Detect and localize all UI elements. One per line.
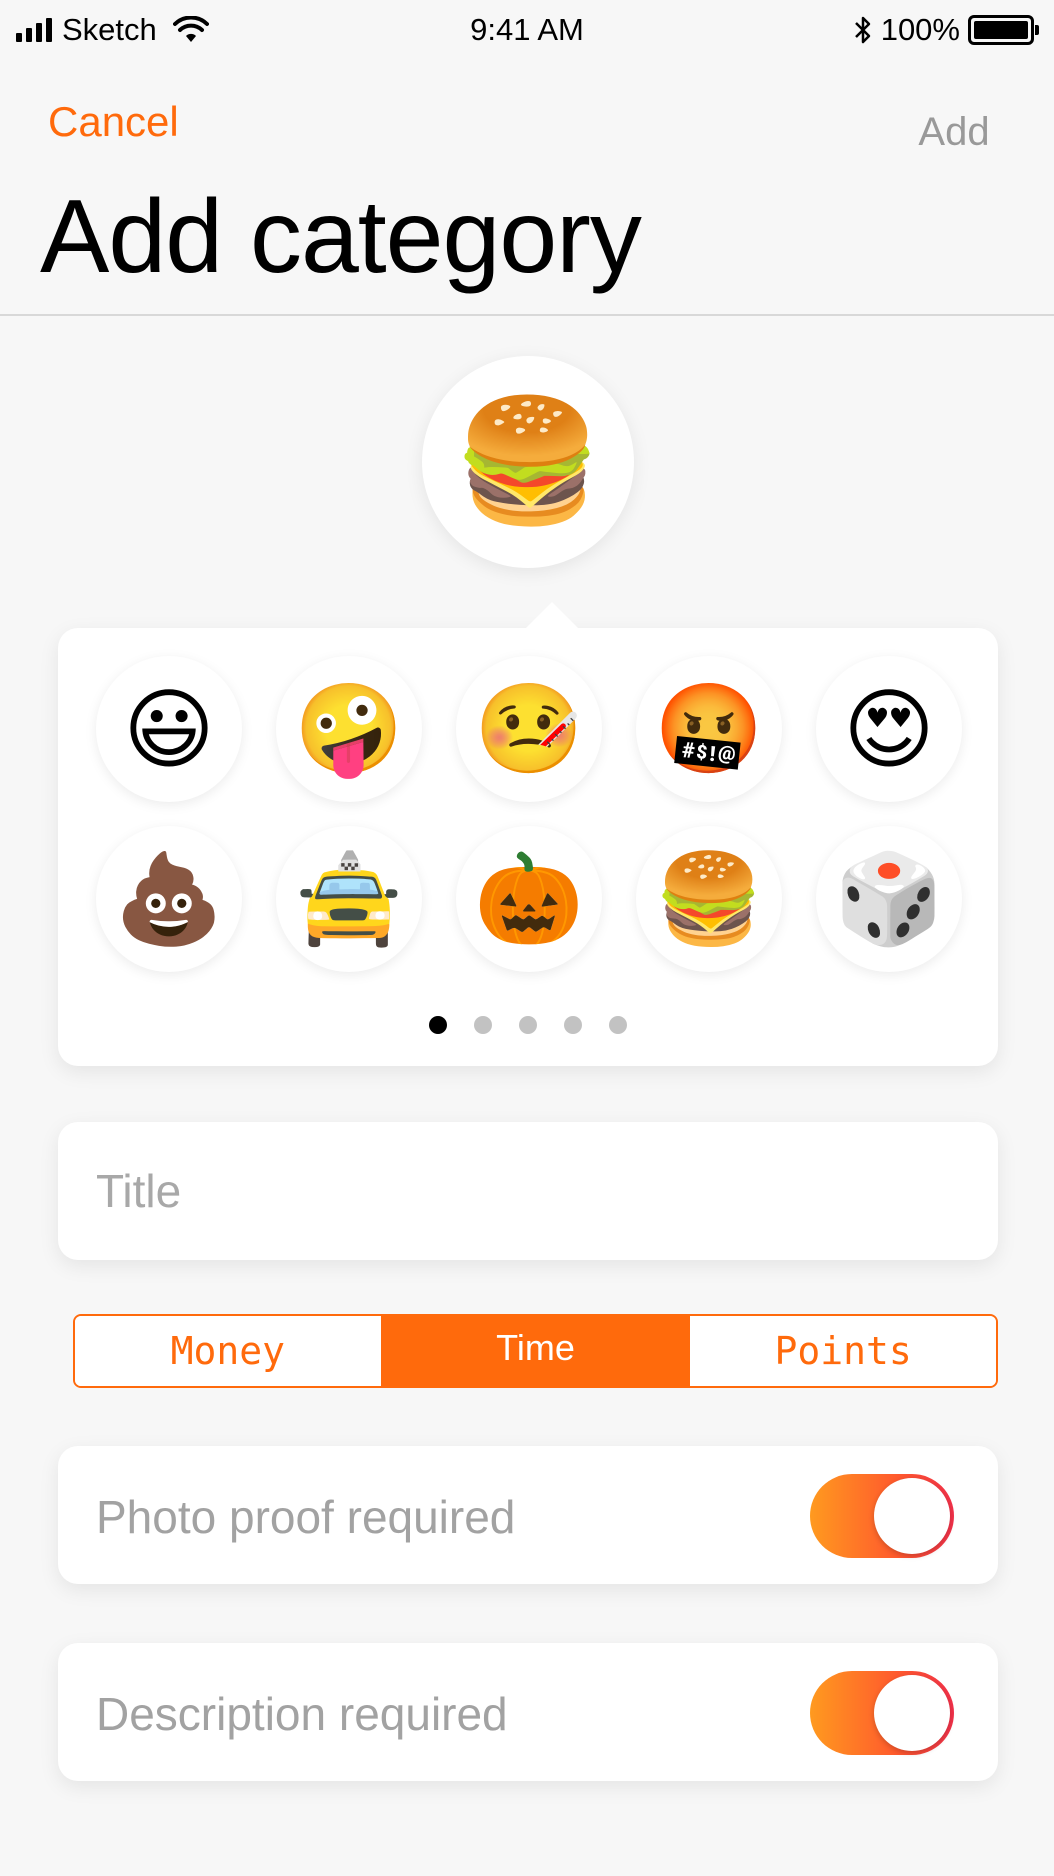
- page-indicator[interactable]: [58, 1016, 998, 1034]
- description-label: Description required: [96, 1688, 508, 1740]
- emoji-option-pumpkin[interactable]: 🎃: [456, 826, 602, 972]
- toggle-knob: [874, 1478, 950, 1554]
- emoji-option-heart-eyes[interactable]: 😍: [816, 656, 962, 802]
- title-input[interactable]: [96, 1152, 956, 1230]
- page-dot-4[interactable]: [564, 1016, 582, 1034]
- screen: Sketch 9:41 AM 100% Cancel Add Add categ…: [0, 0, 1054, 1876]
- bluetooth-icon: [854, 16, 870, 44]
- segment-time[interactable]: Time: [382, 1316, 691, 1386]
- status-bar: Sketch 9:41 AM 100%: [0, 0, 1054, 60]
- emoji-option-taxi[interactable]: 🚖: [276, 826, 422, 972]
- status-right: 100%: [853, 12, 1039, 48]
- emoji-option-poop[interactable]: 💩: [96, 826, 242, 972]
- emoji-option-thermometer[interactable]: 🤒: [456, 656, 602, 802]
- toggle-knob: [874, 1675, 950, 1751]
- page-dot-1[interactable]: [429, 1016, 447, 1034]
- emoji-option-cursing[interactable]: 🤬: [636, 656, 782, 802]
- photo-proof-label: Photo proof required: [96, 1491, 516, 1543]
- page-title: Add category: [40, 179, 642, 295]
- battery-icon: [968, 15, 1039, 45]
- cancel-button[interactable]: Cancel: [48, 98, 179, 146]
- header-divider: [0, 314, 1054, 316]
- page-dot-2[interactable]: [474, 1016, 492, 1034]
- photo-proof-row: Photo proof required: [58, 1446, 998, 1584]
- emoji-option-zany[interactable]: 🤪: [276, 656, 422, 802]
- photo-proof-toggle[interactable]: [810, 1474, 954, 1558]
- emoji-option-burger[interactable]: 🍔: [636, 826, 782, 972]
- segment-money[interactable]: Money: [75, 1316, 383, 1386]
- emoji-option-grinning[interactable]: 😃: [96, 656, 242, 802]
- add-button[interactable]: Add: [914, 104, 994, 160]
- category-type-segmented-control: Money Time Points: [73, 1314, 998, 1388]
- description-toggle[interactable]: [810, 1671, 954, 1755]
- emoji-picker: 😃 🤪 🤒 🤬 😍 💩 🚖 🎃 🍔 🎲: [58, 602, 998, 1066]
- emoji-option-dice[interactable]: 🎲: [816, 826, 962, 972]
- segment-points[interactable]: Points: [690, 1316, 996, 1386]
- battery-percent: 100%: [880, 12, 960, 47]
- emoji-grid: 😃 🤪 🤒 🤬 😍 💩 🚖 🎃 🍔 🎲: [96, 656, 962, 972]
- selected-emoji-preview[interactable]: 🍔: [422, 356, 634, 568]
- description-row: Description required: [58, 1643, 998, 1781]
- title-field-card: [58, 1122, 998, 1260]
- page-dot-3[interactable]: [519, 1016, 537, 1034]
- page-dot-5[interactable]: [609, 1016, 627, 1034]
